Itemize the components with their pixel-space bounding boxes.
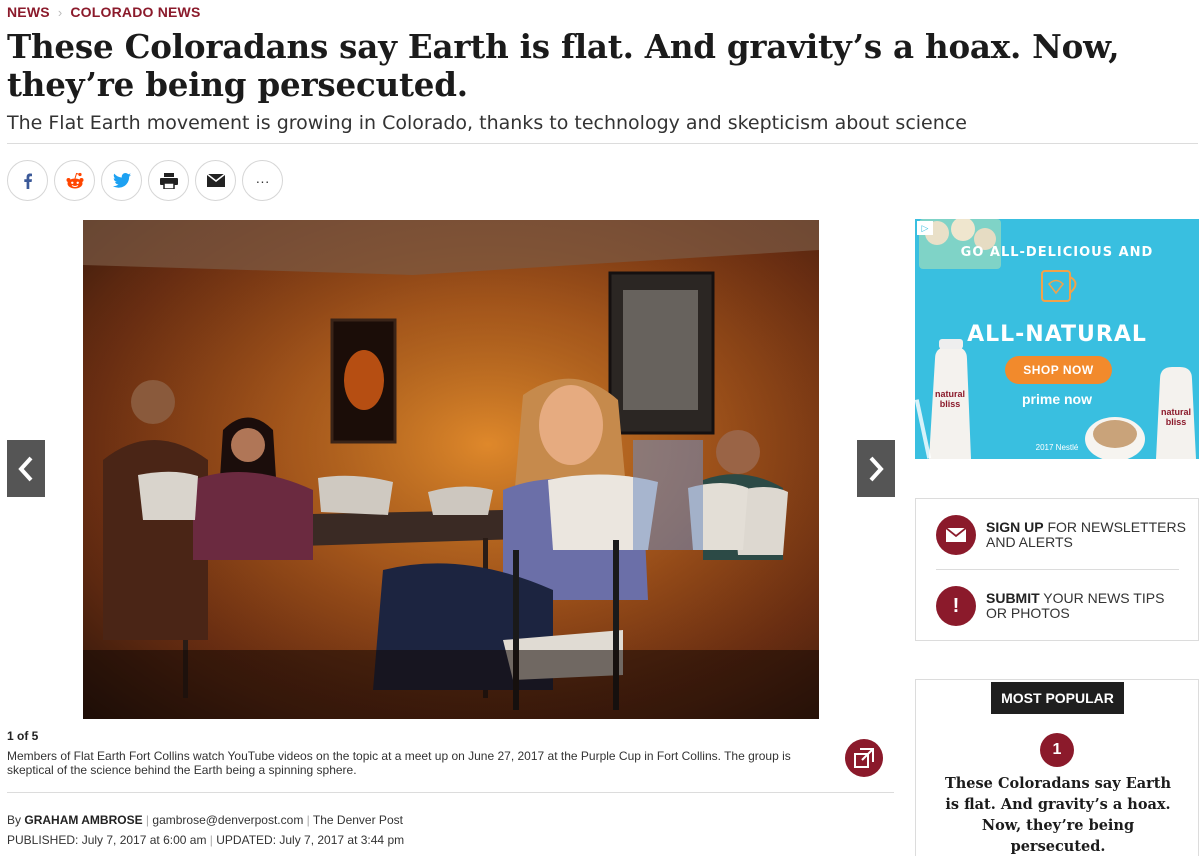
photo-caption: Members of Flat Earth Fort Collins watch… <box>7 749 791 777</box>
article-headline: These Coloradans say Earth is flat. And … <box>7 27 1120 104</box>
updated-date: UPDATED: July 7, 2017 at 3:44 pm <box>216 833 405 847</box>
reddit-icon <box>66 172 83 188</box>
byline-separator: | <box>306 813 310 827</box>
email-icon <box>206 174 225 187</box>
breadcrumb: NEWS › COLORADO NEWS <box>7 4 201 20</box>
chevron-left-icon <box>18 456 33 481</box>
gallery-prev-button[interactable] <box>7 440 45 497</box>
share-reddit-button[interactable] <box>54 160 95 201</box>
published-date: PUBLISHED: July 7, 2017 at 6:00 am <box>7 833 207 847</box>
share-bar: ··· <box>7 160 283 201</box>
submit-bold: SUBMIT <box>986 590 1040 606</box>
share-more-button[interactable]: ··· <box>242 160 283 201</box>
divider <box>936 569 1179 570</box>
byline-separator: | <box>145 813 150 827</box>
newsletter-promo-box: SIGN UP FOR NEWSLETTERS AND ALERTS ! SUB… <box>915 498 1199 641</box>
photo-scene <box>83 220 819 719</box>
signup-bold: SIGN UP <box>986 519 1044 535</box>
article-dates: PUBLISHED: July 7, 2017 at 6:00 am | UPD… <box>7 833 404 847</box>
ad-choices-icon[interactable]: ▷ <box>917 221 933 235</box>
submit-text: SUBMIT YOUR NEWS TIPS OR PHOTOS <box>986 591 1186 621</box>
divider <box>7 792 894 793</box>
signup-text: SIGN UP FOR NEWSLETTERS AND ALERTS <box>986 520 1186 550</box>
ad-tagline: GO ALL-DELICIOUS AND <box>960 245 1154 260</box>
more-icon: ··· <box>255 172 270 189</box>
chevron-right-icon <box>869 456 884 481</box>
twitter-icon <box>112 173 131 188</box>
envelope-icon <box>936 515 976 555</box>
ad-bottle-label: natural bliss <box>1160 407 1191 427</box>
ad-headline: ALL-NATURAL <box>967 322 1147 347</box>
ad-shop-now-button[interactable]: SHOP NOW <box>1005 356 1112 384</box>
advertisement[interactable]: ▷ GO ALL-DELICIOUS AND ALL-NATURAL SHOP … <box>915 219 1199 459</box>
outlet-name: The Denver Post <box>312 813 403 827</box>
gallery-counter: 1 of 5 <box>7 729 39 743</box>
divider <box>7 143 1198 144</box>
expand-gallery-icon <box>854 748 874 768</box>
gallery-next-button[interactable] <box>857 440 895 497</box>
print-icon <box>159 172 178 189</box>
author-email-link[interactable]: gambrose@denverpost.com <box>152 813 303 827</box>
signup-newsletters-link[interactable]: SIGN UP FOR NEWSLETTERS AND ALERTS <box>936 515 1186 555</box>
ad-legal-text: 2017 Nestlé <box>1035 443 1079 452</box>
share-twitter-button[interactable] <box>101 160 142 201</box>
byline: By GRAHAM AMBROSE | gambrose@denverpost.… <box>7 813 403 827</box>
gallery-expand-button[interactable] <box>845 739 883 777</box>
most-popular-box: MOST POPULAR 1 These Coloradans say Eart… <box>915 679 1199 856</box>
facebook-icon <box>23 173 32 189</box>
author-link[interactable]: GRAHAM AMBROSE <box>24 813 142 827</box>
most-popular-label: MOST POPULAR <box>991 682 1124 714</box>
popular-article-link[interactable]: These Coloradans say Earth is flat. And … <box>940 773 1176 856</box>
submit-news-tips-link[interactable]: ! SUBMIT YOUR NEWS TIPS OR PHOTOS <box>936 586 1186 626</box>
popular-rank-badge: 1 <box>1040 733 1074 767</box>
byline-prefix: By <box>7 813 22 827</box>
exclamation-icon: ! <box>936 586 976 626</box>
gallery-photo[interactable] <box>83 220 819 719</box>
date-separator: | <box>209 833 213 847</box>
share-email-button[interactable] <box>195 160 236 201</box>
article-subheadline: The Flat Earth movement is growing in Co… <box>7 112 967 134</box>
breadcrumb-separator: › <box>57 4 63 20</box>
breadcrumb-news-link[interactable]: NEWS <box>7 4 50 20</box>
breadcrumb-colorado-news-link[interactable]: COLORADO NEWS <box>70 4 200 20</box>
share-print-button[interactable] <box>148 160 189 201</box>
share-facebook-button[interactable] <box>7 160 48 201</box>
ad-bottle-label: natural bliss <box>934 389 965 409</box>
